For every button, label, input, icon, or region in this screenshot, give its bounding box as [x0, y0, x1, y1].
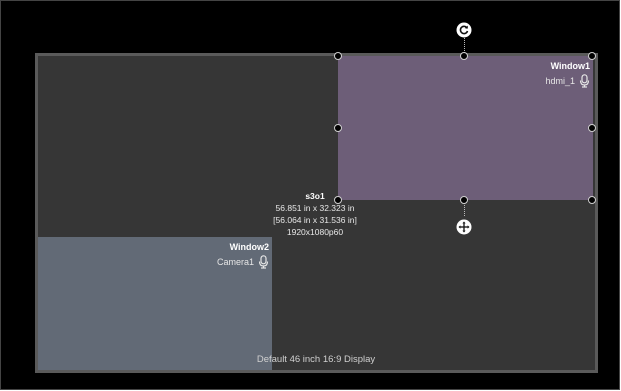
- selection-info: s3o1 56.851 in x 32.323 in [56.064 in x …: [249, 190, 381, 238]
- resize-handle-bottom[interactable]: [460, 196, 468, 204]
- selection-resolution: 1920x1080p60: [286, 227, 344, 237]
- window-2[interactable]: Window2 Camera1: [38, 237, 272, 370]
- microphone-icon[interactable]: [579, 74, 590, 88]
- rotate-icon[interactable]: [456, 22, 472, 38]
- resize-handle-right[interactable]: [588, 124, 596, 132]
- window-1[interactable]: Window1 hdmi_1: [338, 56, 593, 200]
- resize-handle-bottom-right[interactable]: [588, 196, 596, 204]
- canvas-viewport[interactable]: Window2 Camera1 Window1 hdmi_1 s3o1 56.8…: [0, 0, 620, 390]
- display-label: Default 46 inch 16:9 Display: [256, 354, 376, 365]
- window-title: Window2: [229, 242, 269, 252]
- selection-name: s3o1: [305, 191, 325, 201]
- resize-handle-top-left[interactable]: [334, 52, 342, 60]
- window-source: hdmi_1: [545, 74, 590, 88]
- window-source-label: hdmi_1: [545, 76, 575, 86]
- window-source-label: Camera1: [216, 257, 254, 267]
- selection-size: 56.851 in x 32.323 in: [275, 203, 355, 213]
- selection-bracket-size: [56.064 in x 31.536 in]: [273, 215, 357, 225]
- resize-handle-left[interactable]: [334, 124, 342, 132]
- window-source: Camera1: [217, 255, 269, 269]
- move-icon[interactable]: [456, 219, 472, 235]
- window-title: Window1: [550, 61, 590, 71]
- resize-handle-top-right[interactable]: [588, 52, 596, 60]
- microphone-icon[interactable]: [258, 255, 269, 269]
- resize-handle-top[interactable]: [460, 52, 468, 60]
